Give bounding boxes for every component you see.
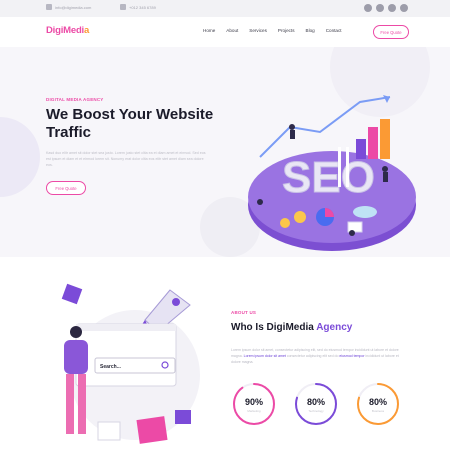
stat-technology: 80% Technology (293, 381, 339, 427)
about-link-2[interactable]: eiusmod tempor (339, 354, 364, 358)
about-illustration: Search... (61, 283, 200, 444)
hero-section: DIGITAL MEDIA AGENCY We Boost Your Websi… (0, 47, 450, 257)
person-leg-right (78, 374, 86, 434)
coin-icon (294, 211, 306, 223)
person-left-icon (257, 199, 263, 205)
main-header: DigiMedia Home About Services Projects B… (0, 17, 450, 47)
instagram-icon[interactable] (400, 4, 408, 12)
nav-home[interactable]: Home (203, 28, 215, 33)
about-link-1[interactable]: Lorem ipsum dolor sit amet (244, 354, 286, 358)
topbar-email[interactable]: info@digimedia.com (46, 4, 91, 10)
stat-label: Business (371, 409, 385, 413)
bar-block-3 (356, 139, 366, 159)
hero-blob-left (0, 117, 40, 197)
stat-label: Marketing (247, 409, 261, 413)
ladder-rail-icon (346, 147, 349, 187)
twitter-icon[interactable] (376, 4, 384, 12)
topbar-email-text: info@digimedia.com (55, 4, 92, 10)
stat-business: 80% Business (355, 381, 401, 427)
about-title: Who Is DigiMedia Agency (231, 322, 352, 333)
about-title-accent: Agency (316, 322, 353, 333)
target-icon (353, 206, 377, 218)
stat-value: 90% (244, 397, 263, 407)
nav-services[interactable]: Services (249, 28, 267, 33)
person-shirt (64, 340, 88, 374)
hero-quote-button[interactable]: Free Quote (46, 181, 86, 195)
floating-box-icon (61, 283, 83, 305)
ladder-icon (338, 147, 341, 187)
about-title-main: Who Is DigiMedia (231, 322, 317, 333)
coin-small-icon (280, 218, 290, 228)
rocket-window-icon (172, 298, 180, 306)
header-quote-button[interactable]: Free Quote (373, 25, 409, 39)
seo-letters: SEO (282, 153, 375, 202)
logo[interactable]: DigiMedia (46, 25, 89, 36)
search-placeholder: Search... (100, 364, 121, 370)
folder-icon (136, 416, 168, 444)
seo-illustration: SEO (248, 95, 416, 251)
small-box-icon (175, 410, 191, 424)
hero-text: Kasd duo elitr amet sit dolor stet sea j… (46, 151, 206, 167)
about-text-part-2: consectetur adipiscing elit sed do (285, 354, 340, 358)
document-icon (97, 421, 121, 441)
about-text: Lorem ipsum dolor sit amet, consectetur … (231, 347, 409, 365)
person-right-body (383, 172, 388, 182)
linkedin-icon[interactable] (388, 4, 396, 12)
logo-accent: a (83, 25, 90, 36)
hero-title: We Boost Your Website Traffic (46, 106, 214, 141)
bar-block-1 (368, 127, 378, 159)
person-right-icon (382, 166, 388, 172)
nav-blog[interactable]: Blog (306, 28, 315, 33)
nav-contact[interactable]: Contact (326, 28, 342, 33)
stat-value: 80% (306, 397, 325, 407)
top-bar: info@digimedia.com +012 345 6789 (0, 0, 450, 17)
stat-value: 80% (368, 397, 387, 407)
browser-titlebar (76, 324, 176, 331)
browser-window (75, 323, 177, 387)
social-links (364, 4, 408, 12)
about-eyebrow: ABOUT US (231, 310, 257, 315)
screen-icon (347, 221, 363, 233)
nav-projects[interactable]: Projects (278, 28, 295, 33)
stat-marketing: 90% Marketing (231, 381, 277, 427)
topbar-phone[interactable]: +012 345 6789 (120, 4, 156, 10)
person-head (70, 326, 82, 338)
person-top-body (290, 130, 295, 139)
bar-block-2 (380, 119, 390, 159)
person-bottom-icon (349, 230, 355, 236)
stats-row: 90% Marketing 80% Technology 80% Busines… (231, 381, 401, 427)
nav-about[interactable]: About (226, 28, 238, 33)
phone-icon (120, 4, 126, 10)
person-top-icon (289, 124, 295, 130)
envelope-icon (46, 4, 52, 10)
main-nav: Home About Services Projects Blog Contac… (203, 28, 342, 33)
logo-text: DigiMedi (46, 25, 84, 36)
hero-eyebrow: DIGITAL MEDIA AGENCY (46, 97, 104, 102)
stat-label: Technology (308, 409, 324, 413)
facebook-icon[interactable] (364, 4, 372, 12)
person-leg-left (66, 374, 74, 434)
topbar-phone-text: +012 345 6789 (129, 4, 156, 10)
